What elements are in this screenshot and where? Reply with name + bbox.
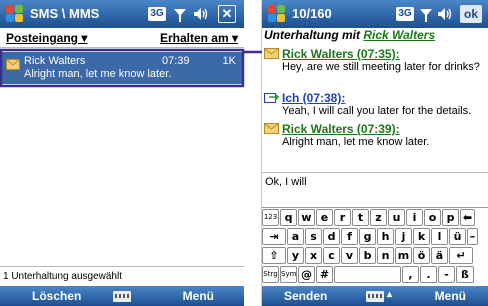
keyboard-key[interactable]: j (395, 228, 412, 245)
folder-label: Posteingang ▾ (6, 31, 88, 45)
keyboard-key[interactable]: g (359, 228, 376, 245)
envelope-icon (6, 59, 20, 70)
keyboard-key[interactable]: x (305, 247, 322, 264)
keyboard-key[interactable]: ä (431, 247, 448, 264)
chevron-up-icon[interactable]: ▴ (387, 289, 392, 300)
keyboard-key[interactable]: f (341, 228, 358, 245)
conversation-message: Rick Walters (07:35): Hey, are we still … (264, 47, 486, 73)
conversation-screen: 10/160 3G ok Unterhaltung mit Rick Walte… (262, 0, 488, 306)
keyboard-key[interactable]: t (352, 209, 369, 226)
keyboard-key[interactable]: u (388, 209, 405, 226)
inbox-screen: SMS \ MMS 3G ✕ Posteingang ▾ Erhalten am… (0, 0, 244, 306)
keyboard-key-space[interactable] (334, 266, 401, 283)
speaker-icon[interactable] (192, 5, 210, 23)
keyboard-key[interactable]: b (359, 247, 376, 264)
keyboard-key[interactable]: p (442, 209, 459, 226)
sort-label: Erhalten am ▾ (159, 31, 238, 45)
menu-softkey[interactable]: Menü (183, 289, 214, 303)
keyboard-key[interactable]: ⇧ (262, 247, 286, 264)
message-sender: Rick Walters (24, 55, 86, 67)
keyboard-key[interactable]: e (316, 209, 333, 226)
keyboard-key[interactable]: n (377, 247, 394, 264)
message-body: Yeah, I will call you later for the deta… (282, 105, 472, 117)
keyboard-key[interactable]: ⬅ (460, 209, 475, 226)
message-sender[interactable]: Rick Walters (07:39): (282, 122, 486, 136)
contact-link[interactable]: Rick Walters (363, 28, 435, 42)
conversation-message: Ich (07:38): Yeah, I will call you later… (264, 91, 486, 117)
keyboard-key[interactable]: c (323, 247, 340, 264)
message-size: 1K (222, 55, 236, 67)
keyboard-key[interactable]: - (438, 266, 455, 283)
ok-button[interactable]: ok (460, 5, 482, 23)
conversation-prefix: Unterhaltung mit (264, 28, 364, 42)
keyboard-key[interactable]: m (395, 247, 412, 264)
close-button[interactable]: ✕ (218, 5, 236, 23)
start-menu-icon[interactable] (6, 5, 24, 23)
soft-key-bar: Löschen Menü (0, 286, 244, 306)
keyboard-key[interactable]: l (431, 228, 448, 245)
keyboard-key[interactable]: ß (456, 266, 474, 283)
keyboard-key[interactable]: s (305, 228, 322, 245)
window-title: SMS \ MMS (30, 6, 100, 21)
3g-icon: 3G (148, 7, 166, 21)
message-sender[interactable]: Ich (07:38): (282, 91, 486, 105)
keyboard-icon[interactable] (366, 291, 384, 302)
sent-message-icon (264, 93, 279, 103)
signal-icon[interactable] (418, 5, 434, 23)
send-softkey[interactable]: Senden (284, 289, 327, 303)
keyboard-key[interactable]: – (467, 228, 478, 245)
keyboard-key[interactable]: y (287, 247, 304, 264)
message-time: 07:39 (162, 55, 190, 67)
keyboard-key[interactable]: ⇥ (262, 228, 286, 245)
message-body: Hey, are we still meeting later for drin… (282, 61, 480, 73)
keyboard-icon[interactable] (113, 291, 131, 302)
message-sender[interactable]: Rick Walters (07:35): (282, 47, 486, 61)
keyboard-key[interactable]: a (287, 228, 304, 245)
keyboard-key[interactable]: w (298, 209, 315, 226)
list-header: Posteingang ▾ Erhalten am ▾ (0, 28, 244, 48)
keyboard-key[interactable]: Strg (262, 266, 279, 283)
keyboard-key[interactable]: # (316, 266, 333, 283)
envelope-icon (264, 123, 279, 134)
title-bar: SMS \ MMS 3G ✕ (0, 0, 244, 28)
keyboard-key[interactable]: r (334, 209, 351, 226)
keyboard-key[interactable]: q (280, 209, 297, 226)
envelope-icon (264, 48, 279, 59)
title-bar: 10/160 3G ok (262, 0, 488, 28)
start-menu-icon[interactable] (268, 5, 286, 23)
message-preview: Alright man, let me know later. (24, 68, 172, 80)
keyboard-key[interactable]: d (323, 228, 340, 245)
soft-key-bar: Senden ▴ Menü (262, 286, 488, 306)
keyboard-key[interactable]: 123 (262, 209, 279, 226)
keyboard-key[interactable]: @ (298, 266, 315, 283)
keyboard-key[interactable]: ↵ (449, 247, 473, 264)
character-counter: 10/160 (292, 6, 332, 21)
conversation-header: Unterhaltung mit Rick Walters (264, 28, 486, 44)
message-body: Alright man, let me know later. (282, 136, 430, 148)
menu-softkey[interactable]: Menü (435, 289, 466, 303)
on-screen-keyboard: 123 q w e r t z u i o p ⬅ ⇥ a s d f g h j k l ü – ⇧ y x c v b n m ö ä ↵ … (262, 207, 488, 286)
conversation-message: Rick Walters (07:39): Alright man, let m… (264, 122, 486, 148)
speaker-icon[interactable] (436, 5, 454, 23)
keyboard-key[interactable]: h (377, 228, 394, 245)
compose-input[interactable]: Ok, I will (262, 172, 488, 200)
3g-icon: 3G (396, 7, 414, 21)
status-text: 1 Unterhaltung ausgewählt (0, 266, 244, 286)
keyboard-key[interactable]: z (370, 209, 387, 226)
folder-dropdown[interactable]: Posteingang ▾ (6, 31, 87, 45)
keyboard-key[interactable]: . (420, 266, 437, 283)
keyboard-key[interactable]: v (341, 247, 358, 264)
sort-dropdown[interactable]: Erhalten am ▾ (160, 31, 238, 45)
keyboard-key[interactable]: k (413, 228, 430, 245)
keyboard-key[interactable]: ö (413, 247, 430, 264)
message-list-item[interactable]: Rick Walters 07:39 1K Alright man, let m… (2, 52, 242, 84)
keyboard-key[interactable]: o (424, 209, 441, 226)
keyboard-key[interactable]: i (406, 209, 423, 226)
signal-icon[interactable] (172, 5, 188, 23)
keyboard-key[interactable]: Sym (280, 266, 297, 283)
delete-softkey[interactable]: Löschen (32, 289, 81, 303)
keyboard-key[interactable]: , (402, 266, 419, 283)
keyboard-key[interactable]: ü (449, 228, 466, 245)
